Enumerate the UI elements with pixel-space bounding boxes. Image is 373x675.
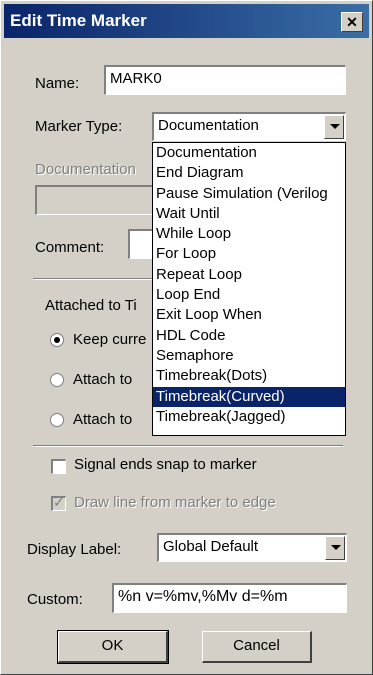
snap-label: Signal ends snap to marker — [74, 456, 257, 473]
close-button[interactable]: ✕ — [341, 12, 363, 32]
keep-current-label: Keep curre — [73, 331, 147, 348]
title-bar[interactable]: Edit Time Marker ✕ — [4, 4, 369, 38]
edit-time-marker-dialog: Edit Time Marker ✕ Name: MARK0 Marker Ty… — [0, 0, 373, 675]
dropdown-option[interactable]: While Loop — [153, 224, 345, 244]
dropdown-option[interactable]: Timebreak(Curved) — [153, 386, 345, 407]
ok-button[interactable]: OK — [57, 630, 169, 664]
dropdown-option[interactable]: Pause Simulation (Verilog — [153, 184, 345, 204]
keep-current-radio[interactable] — [50, 333, 64, 347]
comment-label: Comment: — [35, 239, 105, 256]
separator — [33, 445, 343, 447]
display-label-value: Global Default — [163, 538, 259, 555]
marker-type-value: Documentation — [158, 117, 259, 134]
attach-to-label-2: Attach to — [73, 411, 133, 428]
draw-line-checkbox — [51, 494, 66, 511]
dropdown-option[interactable]: Timebreak(Jagged) — [153, 407, 345, 427]
dropdown-option[interactable]: Repeat Loop — [153, 265, 345, 285]
dropdown-option[interactable]: Documentation — [153, 143, 345, 163]
attach-to-label-1: Attach to — [73, 371, 133, 388]
marker-type-select[interactable]: Documentation — [152, 112, 346, 141]
cancel-button[interactable]: Cancel — [202, 631, 312, 663]
display-label-select[interactable]: Global Default — [157, 533, 347, 562]
close-icon: ✕ — [346, 14, 358, 30]
documentation-label: Documentation — [35, 161, 136, 178]
custom-label: Custom: — [27, 591, 83, 608]
chevron-down-icon[interactable] — [324, 115, 344, 139]
draw-line-label: Draw line from marker to edge — [74, 494, 276, 511]
name-label: Name: — [35, 75, 80, 92]
display-label-label: Display Label: — [27, 541, 122, 558]
dropdown-option[interactable]: Loop End — [153, 285, 345, 305]
dropdown-option[interactable]: Exit Loop When — [153, 305, 345, 325]
dialog-title: Edit Time Marker — [10, 11, 147, 30]
marker-type-label: Marker Type: — [35, 118, 123, 135]
dropdown-option[interactable]: End Diagram — [153, 163, 345, 183]
name-input[interactable]: MARK0 — [104, 65, 346, 95]
snap-checkbox[interactable] — [51, 459, 66, 474]
attach-to-radio-2[interactable] — [50, 413, 64, 427]
chevron-down-icon[interactable] — [325, 536, 345, 560]
attach-to-radio-1[interactable] — [50, 373, 64, 387]
dropdown-option[interactable]: HDL Code — [153, 326, 345, 346]
marker-type-dropdown-list[interactable]: Documentation End Diagram Pause Simulation… — [152, 142, 346, 436]
custom-input[interactable]: %n v=%mv,%Mv d=%m — [112, 583, 347, 613]
dropdown-option[interactable]: Wait Until — [153, 204, 345, 224]
attached-to-label: Attached to Ti — [45, 297, 137, 314]
dropdown-option[interactable]: For Loop — [153, 244, 345, 264]
dropdown-option[interactable]: Semaphore — [153, 346, 345, 366]
dropdown-option[interactable]: Timebreak(Dots) — [153, 366, 345, 386]
